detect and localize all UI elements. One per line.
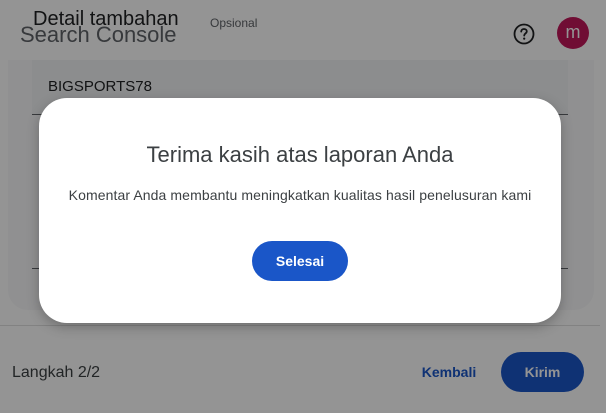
dialog-message: Komentar Anda membantu meningkatkan kual… bbox=[68, 187, 532, 203]
done-button[interactable]: Selesai bbox=[252, 241, 348, 281]
dialog-title: Terima kasih atas laporan Anda bbox=[146, 142, 454, 167]
thank-you-dialog: Terima kasih atas laporan Anda Komentar … bbox=[39, 98, 561, 323]
page: Search Console Detail tambahan Opsional … bbox=[0, 0, 606, 413]
